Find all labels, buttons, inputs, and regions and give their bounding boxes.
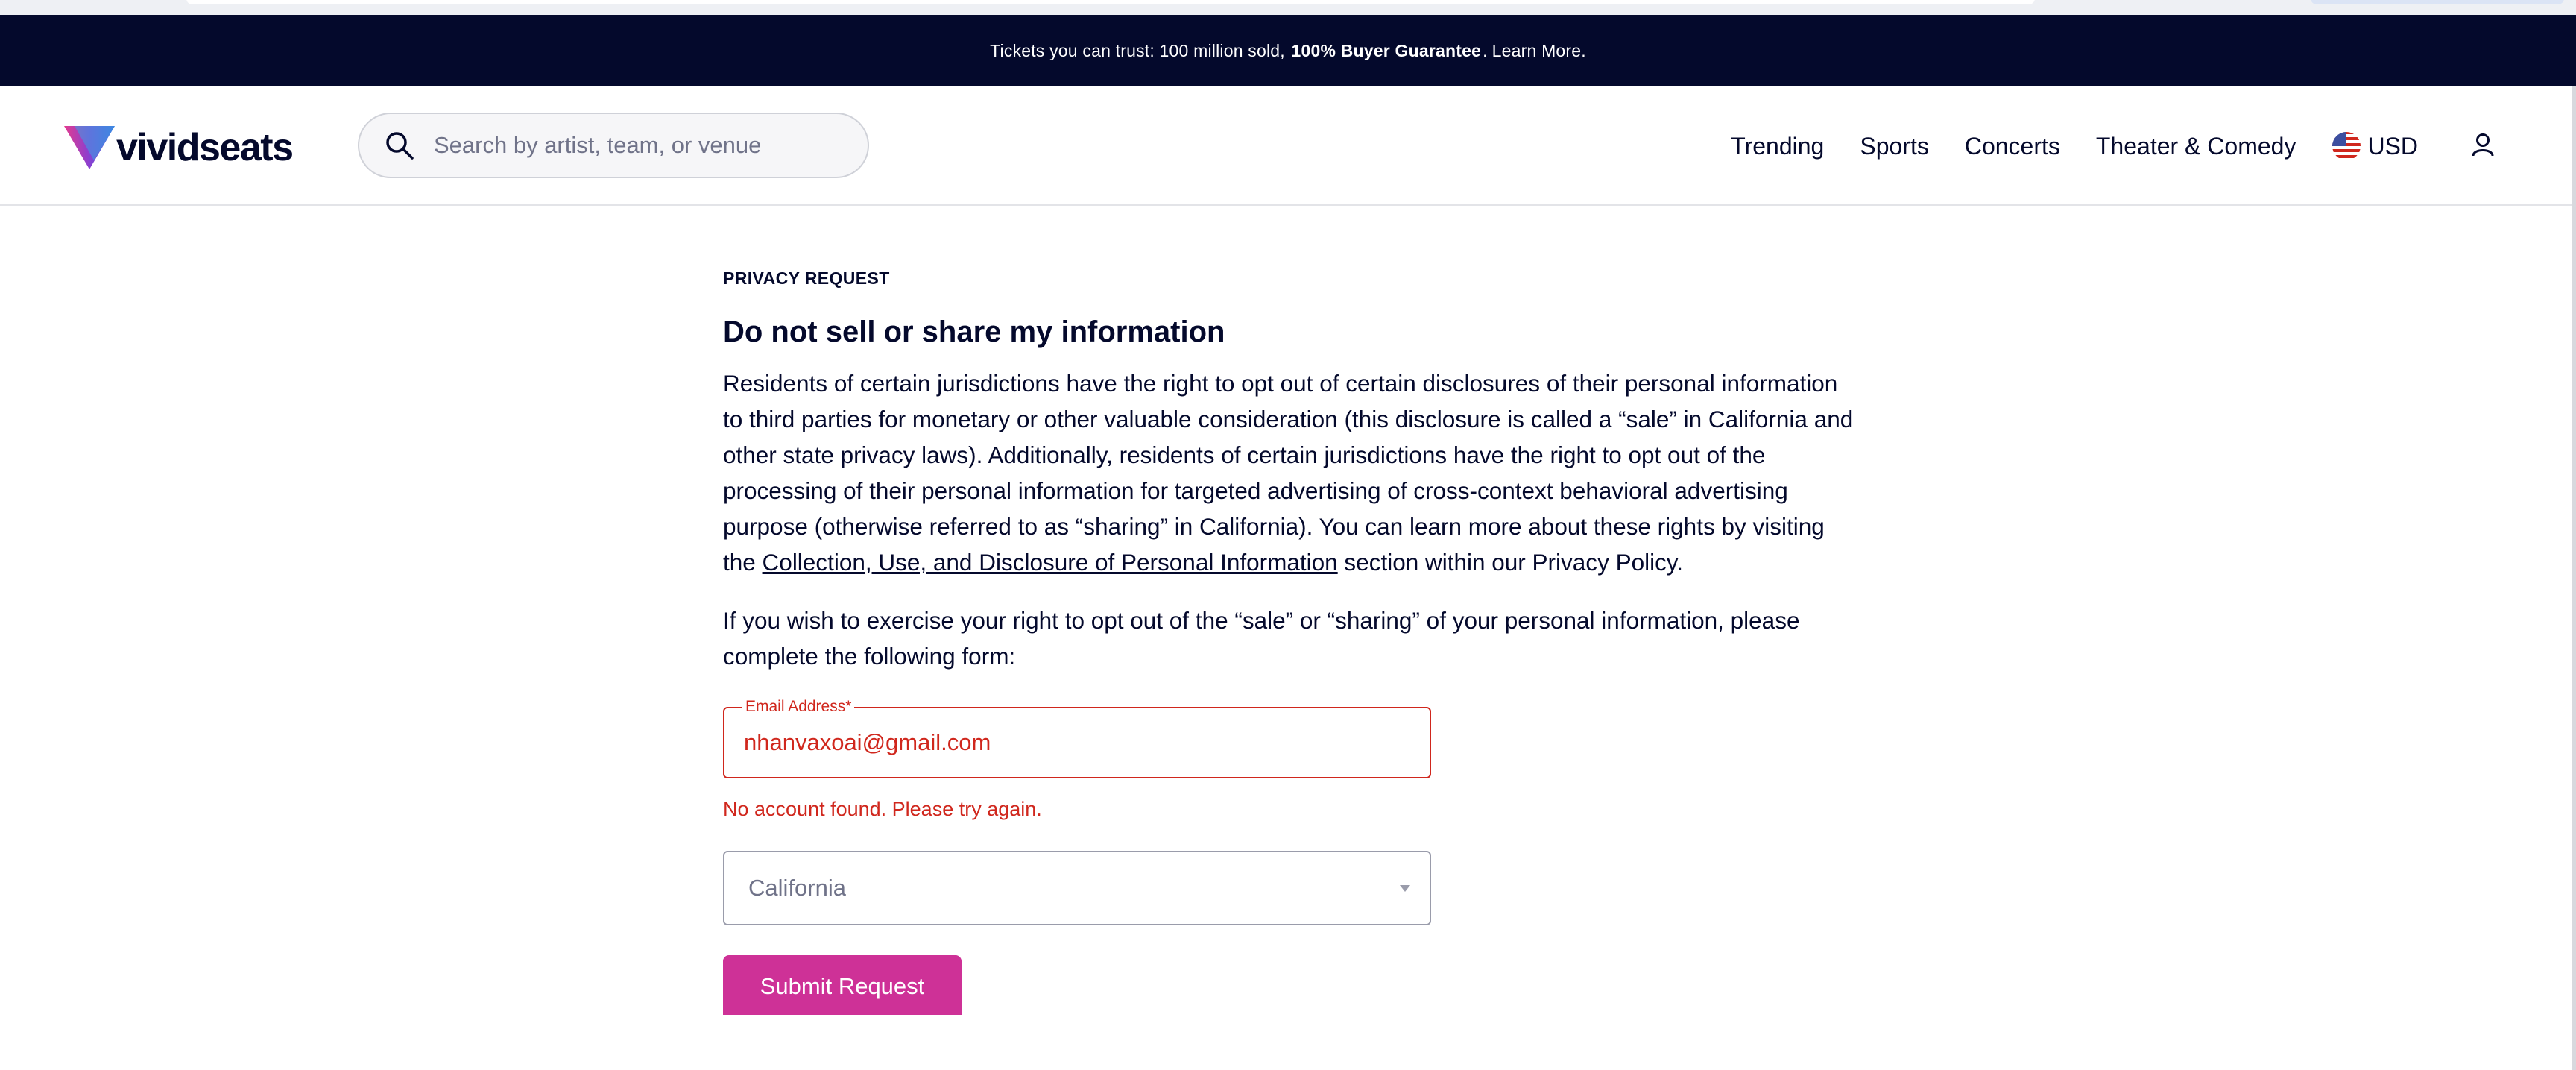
collection-use-disclosure-link[interactable]: Collection, Use, and Disclosure of Perso… <box>763 549 1338 576</box>
banner-period: . <box>1483 40 1488 60</box>
banner-guarantee: 100% Buyer Guarantee <box>1291 40 1482 60</box>
nav-sports[interactable]: Sports <box>1860 133 1928 160</box>
account-button[interactable] <box>2470 132 2496 161</box>
state-select[interactable]: California <box>723 851 1431 925</box>
search-bar[interactable] <box>358 113 869 178</box>
email-field[interactable]: Email Address* <box>723 698 1431 778</box>
home-logo-link[interactable]: vividseats <box>64 125 294 170</box>
email-input[interactable] <box>724 708 1430 777</box>
browser-action-pill <box>2311 0 2564 4</box>
section-eyebrow: PRIVACY REQUEST <box>723 268 890 288</box>
submit-request-button[interactable]: Submit Request <box>723 955 962 1015</box>
intro-paragraph: Residents of certain jurisdictions have … <box>723 365 1856 580</box>
page-scrollbar[interactable] <box>2572 86 2576 1070</box>
vividseats-logo-icon <box>64 126 115 169</box>
intro-text-end: section within our Privacy Policy. <box>1337 549 1684 576</box>
nav-theater-comedy[interactable]: Theater & Comedy <box>2096 133 2296 160</box>
announcement-banner: Tickets you can trust: 100 million sold,… <box>0 15 2576 86</box>
intro-text: Residents of certain jurisdictions have … <box>723 370 1854 576</box>
browser-chrome-strip <box>0 0 2576 15</box>
email-error-message: No account found. Please try again. <box>723 798 1042 820</box>
learn-more-link[interactable]: Learn More. <box>1492 41 1586 61</box>
logo-wordmark: vividseats <box>116 126 294 169</box>
search-icon <box>385 130 414 160</box>
browser-address-pill <box>186 0 2035 4</box>
currency-label: USD <box>2367 132 2418 160</box>
site-header: vividseats Trending Sports Concerts Thea… <box>0 86 2576 206</box>
search-input[interactable] <box>432 131 850 160</box>
banner-text: Tickets you can trust: 100 million sold, <box>990 40 1285 60</box>
nav-concerts[interactable]: Concerts <box>1965 133 2060 160</box>
us-flag-icon <box>2332 131 2361 161</box>
user-icon <box>2470 132 2496 161</box>
privacy-request-section: PRIVACY REQUEST Do not sell or share my … <box>723 268 1856 1015</box>
instruction-paragraph: If you wish to exercise your right to op… <box>723 607 1800 670</box>
currency-selector[interactable]: USD <box>2332 131 2418 161</box>
caret-down-icon <box>1400 885 1410 892</box>
main-nav: Trending Sports Concerts Theater & Comed… <box>1695 86 2496 206</box>
state-select-value: California <box>748 875 846 901</box>
page-title: Do not sell or share my information <box>723 315 1225 348</box>
nav-trending[interactable]: Trending <box>1731 133 1824 160</box>
